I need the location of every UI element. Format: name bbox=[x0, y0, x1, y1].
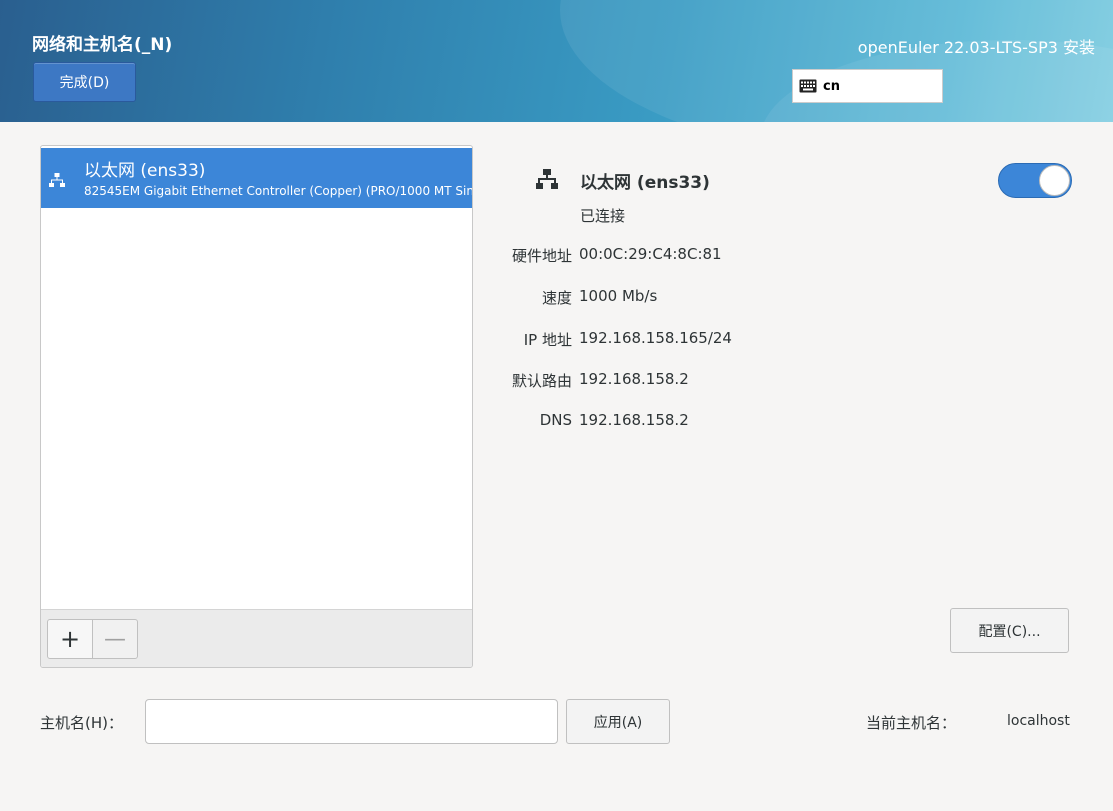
device-name: 以太网 (ens33) bbox=[84, 161, 206, 181]
hostname-input[interactable] bbox=[145, 699, 558, 744]
hardware-address-label: 硬件地址 bbox=[511, 247, 572, 265]
keyboard-icon bbox=[799, 79, 817, 93]
page-title: 网络和主机名(_N) bbox=[32, 35, 173, 55]
default-route-label: 默认路由 bbox=[511, 372, 572, 390]
dns-label: DNS bbox=[539, 411, 572, 429]
keyboard-layout-indicator[interactable]: cn bbox=[792, 69, 943, 103]
network-device-list[interactable]: 以太网 (ens33) 82545EM Gigabit Ethernet Con… bbox=[40, 145, 473, 668]
device-list-toolbar: + — bbox=[41, 609, 472, 667]
default-route-value: 192.168.158.2 bbox=[579, 370, 689, 388]
hostname-label: 主机名(H)： bbox=[40, 714, 123, 732]
wired-network-icon bbox=[49, 173, 65, 187]
current-hostname-label: 当前主机名： bbox=[866, 714, 957, 732]
speed-value: 1000 Mb/s bbox=[579, 287, 658, 305]
speed-label: 速度 bbox=[541, 289, 572, 307]
device-description: 82545EM Gigabit Ethernet Controller (Cop… bbox=[84, 184, 472, 198]
ip-address-value: 192.168.158.165/24 bbox=[579, 329, 732, 347]
hardware-address-value: 00:0C:29:C4:8C:81 bbox=[579, 245, 722, 263]
add-device-button[interactable]: + bbox=[47, 619, 93, 659]
product-title: openEuler 22.03-LTS-SP3 安装 bbox=[857, 38, 1095, 57]
configure-button[interactable]: 配置(C)... bbox=[950, 608, 1069, 653]
ip-address-label: IP 地址 bbox=[523, 331, 572, 349]
keyboard-layout-label: cn bbox=[823, 78, 840, 94]
apply-hostname-button[interactable]: 应用(A) bbox=[566, 699, 670, 744]
toggle-knob bbox=[1039, 165, 1070, 196]
connection-status: 已连接 bbox=[580, 207, 626, 225]
current-hostname-value: localhost bbox=[1007, 713, 1070, 729]
wired-network-icon bbox=[536, 169, 558, 189]
detail-device-name: 以太网 (ens33) bbox=[580, 173, 710, 193]
remove-device-button[interactable]: — bbox=[92, 619, 138, 659]
done-button[interactable]: 完成(D) bbox=[33, 62, 136, 102]
device-enable-toggle[interactable] bbox=[998, 163, 1072, 198]
header-bar: 网络和主机名(_N) 完成(D) openEuler 22.03-LTS-SP3… bbox=[0, 0, 1113, 122]
dns-value: 192.168.158.2 bbox=[579, 411, 689, 429]
device-list-item[interactable]: 以太网 (ens33) 82545EM Gigabit Ethernet Con… bbox=[41, 148, 472, 208]
